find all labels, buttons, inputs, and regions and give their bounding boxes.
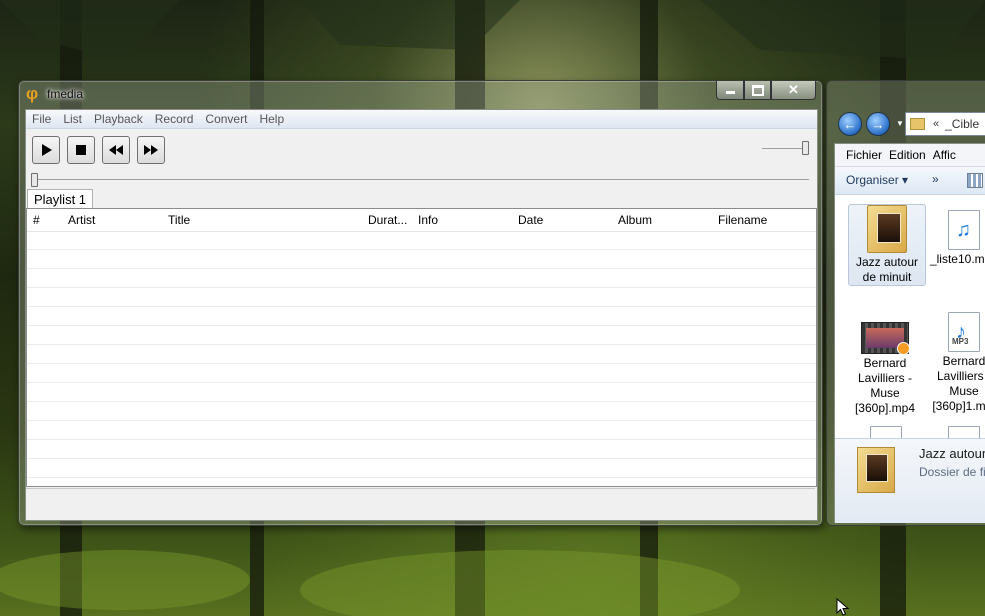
back-button[interactable]: ← <box>838 112 862 136</box>
mp3-file-icon: ♪ MP3 <box>948 312 980 352</box>
column-artist[interactable]: Artist <box>68 209 95 231</box>
menu-file[interactable]: File <box>26 112 57 126</box>
more-commands-button[interactable]: » <box>932 172 939 186</box>
organize-button[interactable]: Organiser ▾ <box>846 173 908 187</box>
file-name: Jazz autour de minuit <box>855 255 919 284</box>
playlist-header: # Artist Title Durat... Info Date Album … <box>27 209 816 232</box>
play-button[interactable] <box>32 136 60 164</box>
playlist-table[interactable]: # Artist Title Durat... Info Date Album … <box>26 208 817 487</box>
phi-logo-icon: φ <box>26 84 39 103</box>
column-album[interactable]: Album <box>618 209 652 231</box>
play-icon <box>42 144 52 156</box>
column-date[interactable]: Date <box>518 209 543 231</box>
history-dropdown-icon[interactable]: ▼ <box>896 119 904 128</box>
folder-icon <box>910 118 925 130</box>
explorer-client-area: Fichier Edition Affic Organiser ▾ » Jazz… <box>834 143 985 523</box>
view-options-icon[interactable] <box>967 173 983 188</box>
seek-slider-thumb[interactable] <box>31 173 38 187</box>
column-duration[interactable]: Durat... <box>368 209 407 231</box>
file-item[interactable]: ♫ _liste10.m3u <box>926 210 985 267</box>
title-bar[interactable]: φ fmedia ✕ <box>19 81 822 108</box>
explorer-toolbar: Organiser ▾ » <box>835 167 985 195</box>
playlist-tabs: Playlist 1 <box>26 189 817 210</box>
address-path[interactable]: _Cible <box>945 117 979 131</box>
stop-icon <box>76 145 86 155</box>
fmedia-client-area: File List Playback Record Convert Help P… <box>25 109 818 521</box>
menu-playback[interactable]: Playback <box>88 112 149 126</box>
back-arrow-icon: ← <box>843 116 857 132</box>
close-button[interactable]: ✕ <box>771 81 816 100</box>
next-button[interactable] <box>137 136 165 164</box>
seek-slider-track[interactable] <box>34 179 809 180</box>
menu-fichier[interactable]: Fichier <box>835 148 889 162</box>
file-item[interactable]: ♪MP3 Bernard Lavilliers - Muse [360p]1.m… <box>926 312 985 414</box>
organize-label: Organiser <box>846 173 899 187</box>
details-name: Jazz autour <box>919 446 985 461</box>
explorer-window: ← → ▼ « _Cible Fichier Edition Affic Org… <box>826 80 985 526</box>
next-icon <box>144 145 158 155</box>
minimize-button[interactable] <box>716 81 744 100</box>
explorer-menu-bar: Fichier Edition Affic <box>835 144 985 167</box>
file-item[interactable]: Jazz autour de minuit <box>848 204 926 286</box>
forward-arrow-icon: → <box>871 116 885 132</box>
address-bar[interactable]: « _Cible <box>905 112 985 136</box>
status-bar <box>26 488 815 519</box>
video-file-icon <box>861 322 910 355</box>
column-info[interactable]: Info <box>418 209 438 231</box>
maximize-icon <box>751 84 764 96</box>
seek-bar <box>26 169 817 189</box>
details-type: Dossier de fic <box>919 465 985 479</box>
stop-button[interactable] <box>67 136 95 164</box>
transport-toolbar <box>26 129 817 169</box>
menu-record[interactable]: Record <box>149 112 200 126</box>
file-item[interactable]: Bernard Lavilliers - Muse [360p].mp4 <box>847 322 923 416</box>
forward-button[interactable]: → <box>866 112 890 136</box>
minimize-icon <box>725 91 735 94</box>
volume-slider-track[interactable] <box>762 148 807 149</box>
previous-button[interactable] <box>102 136 130 164</box>
column-title[interactable]: Title <box>168 209 190 231</box>
playlist-file-icon: ♫ <box>948 210 980 250</box>
details-pane: Jazz autour Dossier de fic <box>835 438 985 523</box>
maximize-button[interactable] <box>744 81 771 100</box>
column-number[interactable]: # <box>33 209 40 231</box>
folder-icon <box>867 205 907 253</box>
mouse-cursor-icon <box>836 598 850 616</box>
previous-icon <box>109 145 123 155</box>
file-name: Bernard Lavilliers - Muse [360p]1.m... <box>932 354 985 413</box>
menu-help[interactable]: Help <box>253 112 290 126</box>
menu-edition[interactable]: Edition <box>889 148 933 162</box>
folder-icon <box>857 447 895 493</box>
close-icon: ✕ <box>788 82 799 97</box>
menu-affichage[interactable]: Affic <box>933 148 963 162</box>
volume-slider-thumb[interactable] <box>802 141 809 155</box>
menu-list[interactable]: List <box>57 112 88 126</box>
fmedia-window: φ fmedia ✕ File List Playback Record Con… <box>18 80 823 526</box>
file-name: Bernard Lavilliers - Muse [360p].mp4 <box>854 356 916 415</box>
window-title: fmedia <box>47 87 84 101</box>
column-filename[interactable]: Filename <box>718 209 767 231</box>
tab-playlist-1[interactable]: Playlist 1 <box>27 189 94 210</box>
menu-bar: File List Playback Record Convert Help <box>26 110 817 129</box>
file-name: _liste10.m3u <box>929 252 985 266</box>
address-overflow[interactable]: « <box>933 118 939 130</box>
menu-convert[interactable]: Convert <box>199 112 253 126</box>
